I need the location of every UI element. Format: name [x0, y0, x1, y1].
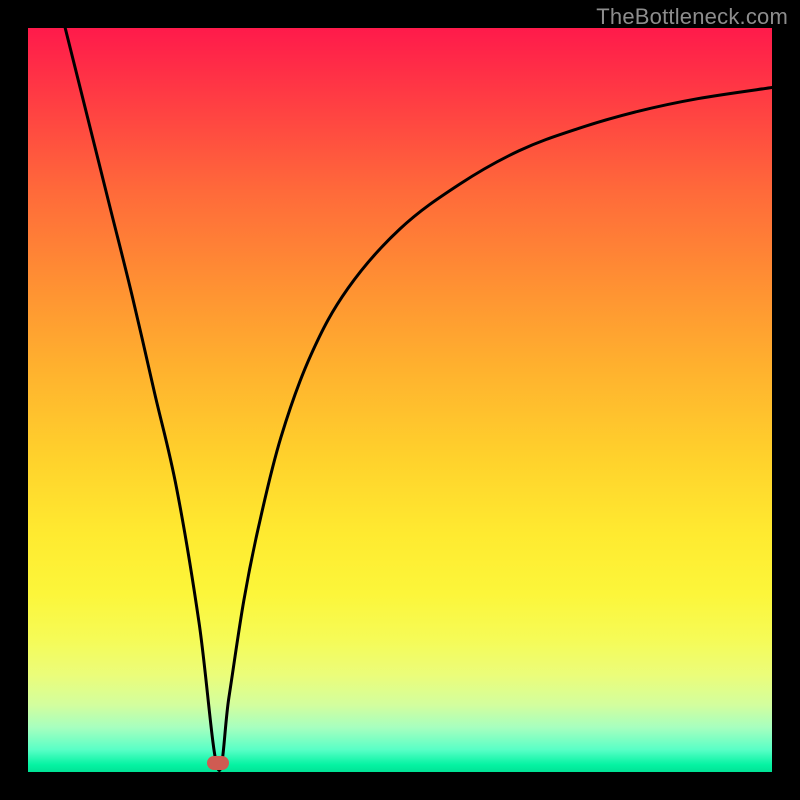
chart-frame: TheBottleneck.com: [0, 0, 800, 800]
watermark-label: TheBottleneck.com: [596, 4, 788, 30]
plot-area: [28, 28, 772, 772]
bottleneck-curve: [28, 28, 772, 772]
optimum-marker-icon: [207, 756, 229, 770]
